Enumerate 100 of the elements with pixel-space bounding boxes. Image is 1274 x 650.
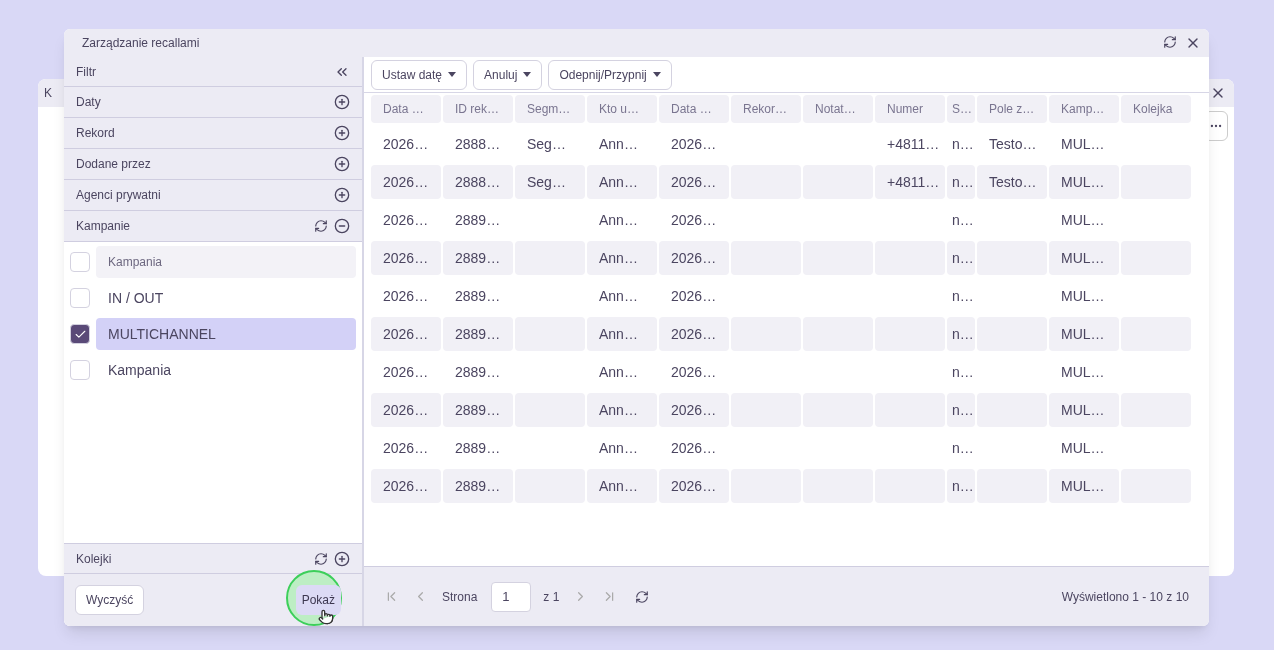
table-cell: 2026…: [371, 393, 441, 427]
table-cell-text: 2026…: [670, 362, 718, 382]
table-cell: 2026…: [371, 241, 441, 275]
column-header[interactable]: Notat…: [803, 95, 873, 123]
table-cell: Seg…: [515, 165, 585, 199]
table-cell: 2026…: [371, 469, 441, 503]
table-cell: Testo…: [977, 165, 1047, 199]
table-cell-text: MUL…: [1060, 438, 1106, 458]
table-cell-text: Testo…: [988, 134, 1038, 154]
window-title: K: [44, 85, 52, 102]
table-cell: 2026…: [371, 317, 441, 351]
table-cell-text: 2889…: [454, 438, 502, 458]
table-cell: 2889…: [443, 241, 513, 275]
page-field[interactable]: 1: [491, 581, 532, 612]
table-cell-text: MUL…: [1060, 210, 1106, 230]
table-cell: 2889…: [443, 317, 513, 351]
filter-title: Filtr: [76, 63, 96, 81]
table-cell-text: 2026…: [670, 438, 718, 458]
page-count: z 1: [543, 588, 560, 606]
clear-button[interactable]: Wyczyść: [75, 585, 145, 615]
table-cell-text: n…: [951, 438, 975, 458]
table-cell: MUL…: [1049, 241, 1119, 275]
table-cell: n…: [947, 241, 975, 275]
table-cell: n…: [947, 469, 975, 503]
refresh-icon[interactable]: [314, 551, 328, 566]
table-cell-text: 2026…: [670, 286, 718, 306]
table-cell: Ann…: [587, 165, 657, 199]
column-header[interactable]: Data …: [659, 95, 729, 123]
table-cell-text: Ann…: [598, 134, 639, 154]
refresh-icon[interactable]: [314, 219, 328, 233]
table-cell: Ann…: [587, 241, 657, 275]
table-cell: 2889…: [443, 393, 513, 427]
table-cell: +4811…: [875, 165, 945, 199]
campaign-option[interactable]: Kampania: [96, 246, 356, 278]
filter-section[interactable]: Dodane przez: [64, 149, 362, 180]
dropdown-button[interactable]: Anuluj: [473, 59, 543, 90]
column-header[interactable]: ID rek…: [443, 95, 513, 123]
expand-icon[interactable]: [334, 94, 350, 110]
checkbox[interactable]: [70, 252, 90, 272]
checkbox[interactable]: [70, 360, 90, 380]
table-cell-text: 2889…: [454, 362, 502, 382]
table-cell-text: 2889…: [454, 210, 502, 230]
dialog-title: Zarządzanie recallami: [82, 35, 200, 52]
expand-icon[interactable]: [334, 187, 350, 203]
column-header[interactable]: Numer: [875, 95, 945, 123]
table-cell-text: n…: [951, 134, 975, 154]
column-header[interactable]: Kolejka: [1121, 95, 1191, 123]
campaign-option[interactable]: IN / OUT: [96, 282, 356, 314]
column-header[interactable]: Rekor…: [731, 95, 801, 123]
column-header[interactable]: Data …: [371, 95, 441, 123]
column-header[interactable]: Pole z…: [977, 95, 1047, 123]
table-cell-text: Ann…: [598, 210, 639, 230]
table-cell: Ann…: [587, 469, 657, 503]
table-cell-text: 2026…: [382, 134, 430, 154]
refresh-icon[interactable]: [1163, 35, 1177, 49]
checkbox[interactable]: [70, 288, 90, 308]
table-cell-text: 2026…: [670, 134, 718, 154]
expand-icon[interactable]: [334, 156, 350, 172]
table-cell-text: Seg…: [526, 134, 567, 154]
expand-icon[interactable]: [334, 125, 350, 141]
table-cell: Ann…: [587, 393, 657, 427]
expand-icon[interactable]: [334, 550, 350, 567]
table-cell: MUL…: [1049, 469, 1119, 503]
campaign-option[interactable]: MULTICHANNEL: [96, 318, 356, 350]
filter-section[interactable]: Agenci prywatni: [64, 180, 362, 211]
table-cell-text: MUL…: [1060, 134, 1106, 154]
table-cell: n…: [947, 393, 975, 427]
filter-section[interactable]: Kolejki: [64, 543, 362, 574]
table-cell-text: 2026…: [382, 286, 430, 306]
dropdown-button[interactable]: Odepnij/Przypnij: [548, 59, 672, 90]
table-cell-text: 2026…: [382, 438, 430, 458]
filter-section[interactable]: Kampanie: [64, 211, 362, 242]
table-cell: 2026…: [659, 393, 729, 427]
table-cell: MUL…: [1049, 165, 1119, 199]
table-cell-text: Ann…: [598, 286, 639, 306]
checkbox[interactable]: [70, 324, 90, 344]
table-cell-text: 2888…: [454, 134, 502, 154]
table-cell-text: 2026…: [382, 210, 430, 230]
show-button[interactable]: Pokaż: [295, 585, 341, 615]
column-header[interactable]: S…: [947, 95, 975, 123]
filter-section[interactable]: Daty: [64, 87, 362, 118]
campaign-option[interactable]: Kampania: [96, 354, 356, 386]
table-cell-text: 2026…: [382, 362, 430, 382]
refresh-icon[interactable]: [635, 589, 650, 604]
hand-cursor-icon: [317, 609, 334, 625]
filter-section[interactable]: Rekord: [64, 118, 362, 149]
dropdown-button[interactable]: Ustaw datę: [371, 59, 468, 90]
table-cell: 2026…: [371, 165, 441, 199]
records-summary: Wyświetlono 1 - 10 z 10: [1061, 588, 1189, 606]
column-header[interactable]: Kto u…: [587, 95, 657, 123]
table-cell-text: MUL…: [1060, 362, 1106, 382]
table-cell-text: Ann…: [598, 438, 639, 458]
table-cell: 2888…: [443, 165, 513, 199]
table-cell: n…: [947, 165, 975, 199]
column-header[interactable]: Segm…: [515, 95, 585, 123]
table-cell: n…: [947, 317, 975, 351]
column-header[interactable]: Kamp…: [1049, 95, 1119, 123]
table-cell-text: +4811…: [886, 134, 941, 154]
table-cell-text: n…: [951, 210, 975, 230]
collapse-icon[interactable]: [334, 218, 350, 234]
